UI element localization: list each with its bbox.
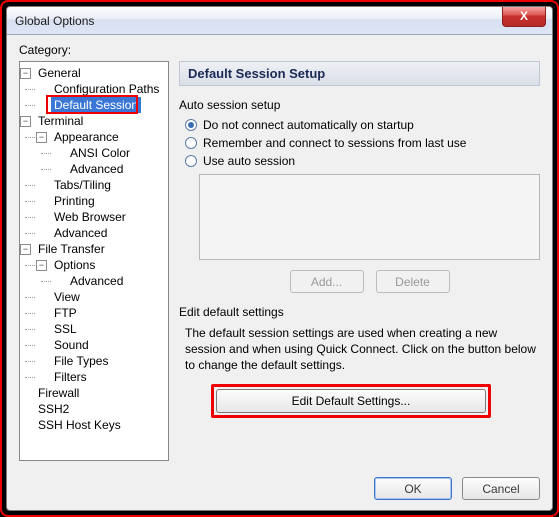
tree-item-ansi-color[interactable]: ANSI Color xyxy=(67,145,133,161)
panel-header: Default Session Setup xyxy=(179,61,540,86)
settings-panel: Default Session Setup Auto session setup… xyxy=(179,61,540,461)
tree-item-ssh-host-keys[interactable]: SSH Host Keys xyxy=(35,417,124,433)
window-title: Global Options xyxy=(15,14,94,28)
close-button[interactable]: X xyxy=(502,7,546,27)
radio-remember[interactable]: Remember and connect to sessions from la… xyxy=(185,136,540,150)
collapse-icon[interactable]: − xyxy=(20,116,31,127)
add-button: Add... xyxy=(290,270,364,293)
edit-defaults-group: Edit default settings The default sessio… xyxy=(179,305,540,418)
tree-item-ssh2[interactable]: SSH2 xyxy=(35,401,72,417)
titlebar: Global Options X xyxy=(7,7,552,35)
session-listbox xyxy=(199,174,540,260)
tree-item-advanced-2[interactable]: Advanced xyxy=(51,225,110,241)
tree-item-printing[interactable]: Printing xyxy=(51,193,98,209)
tree-item-file-transfer[interactable]: File Transfer xyxy=(35,241,108,257)
collapse-icon[interactable]: − xyxy=(36,132,47,143)
tree-item-view[interactable]: View xyxy=(51,289,83,305)
collapse-icon[interactable]: − xyxy=(20,68,31,79)
collapse-icon[interactable]: − xyxy=(36,260,47,271)
radio-icon xyxy=(185,119,197,131)
dialog-window: Global Options X Category: −General Conf… xyxy=(6,6,553,511)
tree-item-advanced[interactable]: Advanced xyxy=(67,161,126,177)
tree-item-default-session[interactable]: Default Session xyxy=(51,97,141,113)
auto-session-title: Auto session setup xyxy=(179,98,540,112)
tree-item-appearance[interactable]: Appearance xyxy=(51,129,122,145)
tree-item-terminal[interactable]: Terminal xyxy=(35,113,86,129)
edit-defaults-title: Edit default settings xyxy=(179,305,540,319)
radio-label: Use auto session xyxy=(203,154,295,168)
dialog-buttons: OK Cancel xyxy=(7,471,552,510)
collapse-icon[interactable]: − xyxy=(20,244,31,255)
category-label: Category: xyxy=(19,43,540,57)
delete-button: Delete xyxy=(376,270,450,293)
edit-default-settings-button[interactable]: Edit Default Settings... xyxy=(216,389,486,413)
radio-label: Remember and connect to sessions from la… xyxy=(203,136,466,150)
auto-session-group: Auto session setup Do not connect automa… xyxy=(179,98,540,293)
edit-defaults-desc: The default session settings are used wh… xyxy=(185,325,540,374)
tree-item-ftp[interactable]: FTP xyxy=(51,305,80,321)
highlight-box: Edit Default Settings... xyxy=(211,384,491,418)
tree-item-advanced-3[interactable]: Advanced xyxy=(67,273,126,289)
close-icon: X xyxy=(520,9,528,23)
radio-icon xyxy=(185,137,197,149)
category-tree[interactable]: −General Configuration Paths Default Ses… xyxy=(19,61,169,461)
radio-icon xyxy=(185,155,197,167)
radio-auto-session[interactable]: Use auto session xyxy=(185,154,540,168)
tree-item-options[interactable]: Options xyxy=(51,257,98,273)
tree-item-config-paths[interactable]: Configuration Paths xyxy=(51,81,162,97)
tree-item-sound[interactable]: Sound xyxy=(51,337,92,353)
tree-item-general[interactable]: General xyxy=(35,65,84,81)
cancel-button[interactable]: Cancel xyxy=(462,477,540,500)
ok-button[interactable]: OK xyxy=(374,477,452,500)
tree-item-filters[interactable]: Filters xyxy=(51,369,90,385)
radio-label: Do not connect automatically on startup xyxy=(203,118,414,132)
tree-item-file-types[interactable]: File Types xyxy=(51,353,111,369)
tree-item-tabs-tiling[interactable]: Tabs/Tiling xyxy=(51,177,114,193)
tree-item-ssl[interactable]: SSL xyxy=(51,321,80,337)
tree-item-firewall[interactable]: Firewall xyxy=(35,385,82,401)
tree-item-web-browser[interactable]: Web Browser xyxy=(51,209,129,225)
radio-no-connect[interactable]: Do not connect automatically on startup xyxy=(185,118,540,132)
